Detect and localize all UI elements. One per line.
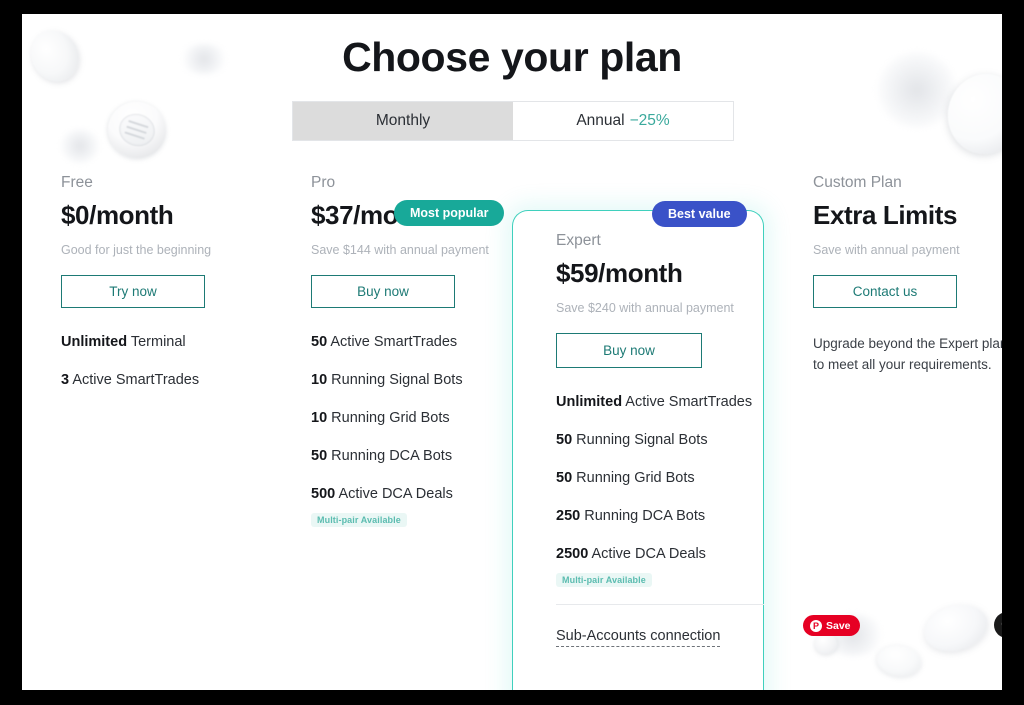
- feature-label: Running DCA Bots: [584, 508, 706, 524]
- coin-line: [124, 131, 145, 140]
- toggle-annual-label: Annual: [576, 112, 625, 129]
- annual-discount-label: −25%: [629, 112, 670, 129]
- pinterest-icon: P: [810, 619, 822, 632]
- feature-label: Active DCA Deals: [591, 546, 706, 562]
- pinterest-save-label: Save: [826, 619, 851, 632]
- plan-note: Save $240 with annual payment: [556, 301, 734, 315]
- feature-item: 2500 Active DCA Deals: [556, 546, 744, 562]
- feature-amount: 500: [311, 486, 336, 502]
- feature-amount: Unlimited: [556, 394, 623, 410]
- try-now-button[interactable]: Try now: [61, 275, 205, 308]
- feature-amount: 50: [311, 334, 328, 350]
- plan-note: Save $144 with annual payment: [311, 243, 489, 257]
- plan-price: Extra Limits: [813, 200, 958, 230]
- feature-item: 50 Active SmartTrades: [311, 334, 526, 350]
- plan-name: Pro: [311, 174, 336, 191]
- billing-period-toggle[interactable]: Monthly Annual −25%: [292, 101, 734, 141]
- feature-item: Unlimited Terminal: [61, 334, 276, 350]
- feature-label: Running Grid Bots: [576, 470, 695, 486]
- feature-label: Running Grid Bots: [331, 410, 450, 426]
- feature-item: 50 Running Signal Bots: [556, 432, 744, 448]
- feature-label: Active SmartTrades: [72, 372, 200, 388]
- feature-amount: Unlimited: [61, 334, 128, 350]
- badge-best-value: Best value: [652, 201, 747, 227]
- coin-decoration-top-right: [940, 67, 1002, 161]
- feature-amount: 2500: [556, 546, 589, 562]
- page-viewport: Choose your plan Monthly Annual −25% Fre…: [22, 14, 1002, 690]
- feature-item: 500 Active DCA Deals: [311, 486, 526, 502]
- feature-amount: 10: [311, 372, 328, 388]
- page-title: Choose your plan: [342, 34, 682, 80]
- feature-label: Running Signal Bots: [331, 372, 463, 388]
- toggle-monthly-label: Monthly: [375, 112, 431, 129]
- feature-label: Active SmartTrades: [625, 394, 753, 410]
- feature-item: 250 Running DCA Bots: [556, 508, 744, 524]
- custom-plan-description: Upgrade beyond the Expert plan to meet a…: [813, 336, 1002, 372]
- feature-amount: 50: [556, 432, 573, 448]
- feature-label: Running Signal Bots: [576, 432, 708, 448]
- screenshot-frame: Choose your plan Monthly Annual −25% Fre…: [0, 0, 1024, 705]
- coin-line: [128, 119, 149, 128]
- plan-name: Expert: [556, 232, 601, 249]
- feature-item: 50 Running DCA Bots: [311, 448, 526, 464]
- feature-amount: 250: [556, 508, 581, 524]
- feature-amount: 50: [311, 448, 328, 464]
- plan-note: Good for just the beginning: [61, 243, 212, 257]
- divider: [556, 604, 764, 605]
- toggle-option-annual[interactable]: Annual −25%: [513, 102, 733, 140]
- feature-item: 3 Active SmartTrades: [61, 372, 276, 388]
- feature-amount: 50: [556, 470, 573, 486]
- feature-item: 10 Running Signal Bots: [311, 372, 526, 388]
- feature-amount: 10: [311, 410, 328, 426]
- coin-line: [126, 125, 147, 134]
- buy-now-button-pro[interactable]: Buy now: [311, 275, 455, 308]
- contact-us-button[interactable]: Contact us: [813, 275, 957, 308]
- feature-label: Active DCA Deals: [338, 486, 453, 502]
- badge-most-popular: Most popular: [394, 200, 505, 226]
- buy-now-button-expert[interactable]: Buy now: [556, 333, 702, 368]
- plan-note: Save with annual payment: [813, 243, 960, 257]
- plan-price: $0/month: [61, 200, 174, 230]
- plan-name: Custom Plan: [813, 174, 902, 191]
- feature-item: 50 Running Grid Bots: [556, 470, 744, 486]
- plan-card-custom: Custom Plan Extra Limits Save with annua…: [792, 174, 1002, 376]
- feature-item: Unlimited Active SmartTrades: [556, 394, 752, 410]
- blur-decoration: [60, 129, 100, 163]
- feature-amount: 3: [61, 372, 70, 388]
- plan-grid: Free $0/month Good for just the beginnin…: [22, 174, 1002, 690]
- plan-card-free: Free $0/month Good for just the beginnin…: [40, 174, 290, 410]
- toggle-option-monthly[interactable]: Monthly: [293, 102, 513, 140]
- pinterest-save-button[interactable]: P Save: [803, 615, 860, 636]
- tag-multi-pair: Multi-pair Available: [556, 573, 652, 587]
- feature-item: 10 Running Grid Bots: [311, 410, 526, 426]
- feature-list: Unlimited Active SmartTrades 50 Running …: [556, 394, 752, 562]
- plan-price: $59/month: [556, 258, 683, 288]
- tag-multi-pair: Multi-pair Available: [311, 513, 407, 527]
- feature-list: 50 Active SmartTrades 10 Running Signal …: [311, 334, 526, 502]
- plan-card-expert: Best value Expert $59/month Save $240 wi…: [512, 174, 764, 690]
- feature-label: Terminal: [130, 334, 186, 350]
- sub-accounts-connection-link[interactable]: Sub-Accounts connection: [556, 628, 721, 647]
- feature-label: Active SmartTrades: [330, 334, 458, 350]
- plan-card-pro: Most popular Pro $37/month Save $144 wit…: [290, 174, 540, 528]
- coin-face: [114, 109, 160, 151]
- coin-decoration-left: [100, 94, 174, 166]
- feature-list: Unlimited Terminal 3 Active SmartTrades: [61, 334, 276, 388]
- feature-label: Running DCA Bots: [331, 448, 453, 464]
- plan-name: Free: [61, 174, 93, 191]
